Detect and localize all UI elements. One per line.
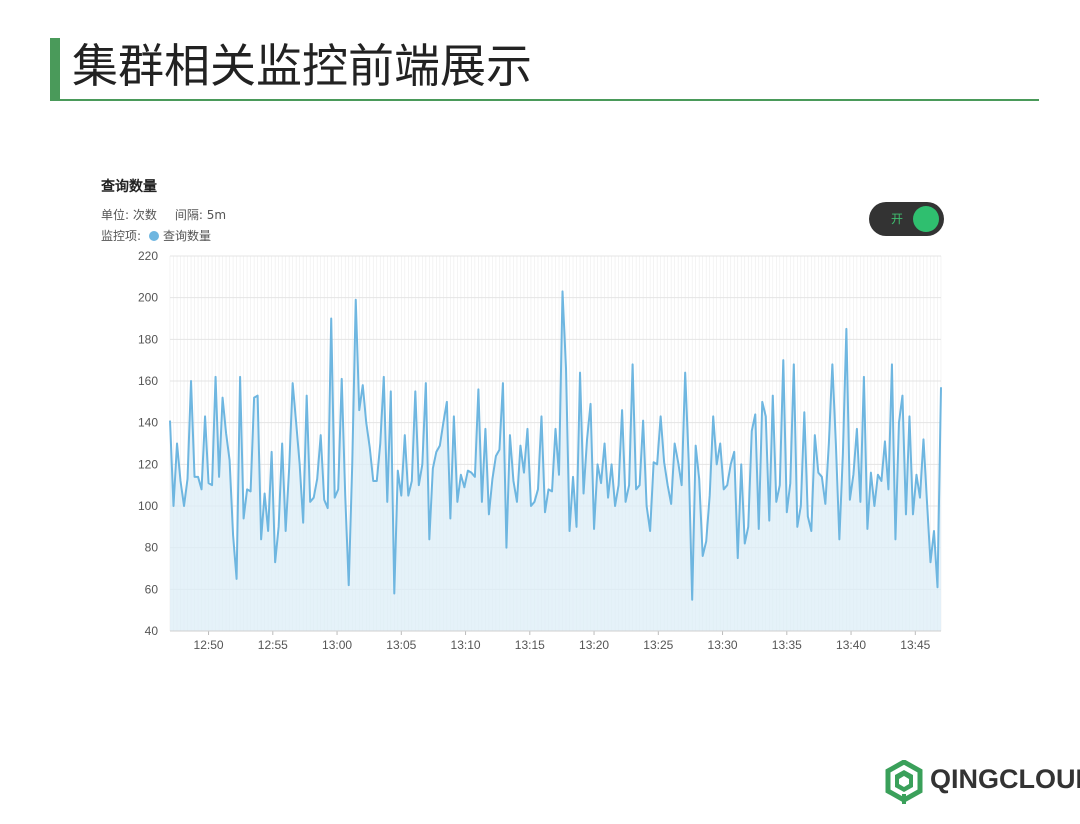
y-tick-label: 120 xyxy=(138,457,158,471)
qingcloud-logo-icon xyxy=(885,760,923,804)
x-tick-label: 13:25 xyxy=(643,638,673,652)
y-tick-label: 200 xyxy=(138,291,158,305)
x-tick-label: 13:35 xyxy=(772,638,802,652)
y-tick-label: 160 xyxy=(138,374,158,388)
x-tick-label: 13:45 xyxy=(900,638,930,652)
x-tick-label: 13:40 xyxy=(836,638,866,652)
x-tick-label: 13:10 xyxy=(451,638,481,652)
query-count-chart: 40 60 80 100 120 140 160 180 200 220 12:50 12:55 13:… xyxy=(138,249,942,652)
y-tick-label: 40 xyxy=(145,624,159,638)
x-tick-label: 13:05 xyxy=(386,638,416,652)
y-tick-label: 60 xyxy=(145,582,159,596)
y-tick-label: 140 xyxy=(138,416,158,430)
y-tick-label: 220 xyxy=(138,249,158,263)
logo-text: QINGCLOUD xyxy=(930,764,1080,794)
x-tick-label: 13:00 xyxy=(322,638,352,652)
x-tick-label: 13:15 xyxy=(515,638,545,652)
y-tick-label: 80 xyxy=(145,541,159,555)
x-tick-label: 12:50 xyxy=(194,638,224,652)
x-tick-label: 13:30 xyxy=(708,638,738,652)
x-tick-label: 12:55 xyxy=(258,638,288,652)
y-tick-label: 180 xyxy=(138,332,158,346)
x-tick-label: 13:20 xyxy=(579,638,609,652)
y-tick-label: 100 xyxy=(138,499,158,513)
